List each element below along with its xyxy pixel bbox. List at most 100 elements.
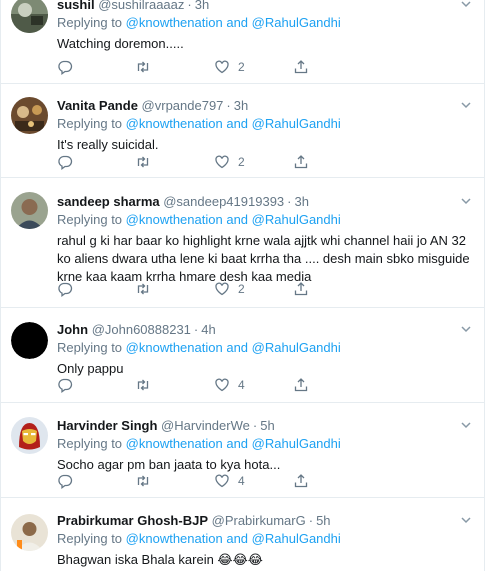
- mention-link[interactable]: @RahulGandhi: [252, 15, 341, 30]
- like-button[interactable]: 2: [214, 153, 245, 171]
- separator-dot: ·: [252, 418, 258, 433]
- chevron-down-icon[interactable]: [460, 0, 472, 10]
- avatar[interactable]: [11, 97, 48, 134]
- replying-to: Replying to @knowthenation and @RahulGan…: [57, 14, 472, 31]
- retweet-button[interactable]: [135, 153, 151, 171]
- timestamp[interactable]: 5h: [260, 418, 274, 433]
- like-count: 2: [238, 155, 245, 169]
- share-icon: [294, 378, 308, 392]
- replying-label: Replying to: [57, 15, 123, 30]
- mention-link[interactable]: @RahulGandhi: [252, 436, 341, 451]
- replying-to: Replying to @knowthenation and @RahulGan…: [57, 530, 472, 547]
- retweet-icon: [137, 156, 149, 168]
- like-button[interactable]: 2: [214, 58, 245, 76]
- mention-link[interactable]: @knowthenation: [126, 340, 223, 355]
- retweet-icon: [137, 283, 149, 295]
- share-button[interactable]: [293, 153, 309, 171]
- mention-and[interactable]: and: [226, 340, 248, 355]
- timestamp[interactable]: 5h: [316, 513, 330, 528]
- user-handle[interactable]: @vrpande797: [142, 98, 224, 113]
- mention-and[interactable]: and: [226, 116, 248, 131]
- mention-link[interactable]: @knowthenation: [126, 531, 223, 546]
- avatar[interactable]: [11, 322, 48, 359]
- tweet-actions: 2: [57, 280, 317, 298]
- reply-button[interactable]: [57, 153, 73, 171]
- reply-icon: [58, 378, 73, 393]
- user-handle[interactable]: @John60888231: [92, 322, 191, 337]
- retweet-button[interactable]: [135, 376, 151, 394]
- reply-icon: [58, 282, 73, 297]
- avatar[interactable]: [11, 417, 48, 454]
- mention-and[interactable]: and: [226, 436, 248, 451]
- like-button[interactable]: 2: [214, 280, 245, 298]
- mention-link[interactable]: @knowthenation: [126, 212, 223, 227]
- chevron-down-icon[interactable]: [460, 99, 472, 111]
- share-icon: [294, 155, 308, 169]
- reply-button[interactable]: [57, 58, 73, 76]
- user-handle[interactable]: @sandeep41919393: [163, 194, 284, 209]
- avatar[interactable]: [11, 192, 48, 229]
- tweet-actions: 2: [57, 153, 317, 171]
- like-button[interactable]: 4: [214, 472, 245, 490]
- display-name[interactable]: Prabirkumar Ghosh-BJP: [57, 513, 208, 528]
- share-button[interactable]: [293, 472, 309, 490]
- avatar[interactable]: [11, 0, 48, 33]
- share-icon: [294, 60, 308, 74]
- mention-link[interactable]: @RahulGandhi: [252, 212, 341, 227]
- heart-icon: [215, 282, 229, 296]
- replying-label: Replying to: [57, 212, 123, 227]
- chevron-down-icon[interactable]: [460, 514, 472, 526]
- mention-link[interactable]: @knowthenation: [126, 436, 223, 451]
- timestamp[interactable]: 4h: [201, 322, 215, 337]
- tweet-header: sushil @sushilraaaaz · 3h: [57, 0, 472, 13]
- heart-icon: [215, 474, 229, 488]
- heart-icon: [215, 60, 229, 74]
- display-name[interactable]: sandeep sharma: [57, 194, 160, 209]
- tweet-header: sandeep sharma @sandeep41919393 · 3h: [57, 193, 472, 210]
- tweet[interactable]: sandeep sharma @sandeep41919393 · 3h Reply…: [1, 178, 484, 308]
- mention-link[interactable]: @RahulGandhi: [252, 116, 341, 131]
- chevron-down-icon[interactable]: [460, 323, 472, 335]
- tweet[interactable]: Harvinder Singh @HarvinderWe · 5h Replying…: [1, 403, 484, 498]
- tweet[interactable]: Prabirkumar Ghosh-BJP @PrabirkumarG · 5h R…: [1, 498, 484, 571]
- replying-to: Replying to @knowthenation and @RahulGan…: [57, 211, 472, 228]
- mention-and[interactable]: and: [226, 212, 248, 227]
- like-button[interactable]: 4: [214, 376, 245, 394]
- timestamp[interactable]: 3h: [195, 0, 209, 12]
- mention-link[interactable]: @RahulGandhi: [252, 340, 341, 355]
- avatar[interactable]: [11, 514, 48, 551]
- retweet-button[interactable]: [135, 58, 151, 76]
- retweet-button[interactable]: [135, 280, 151, 298]
- mention-link[interactable]: @RahulGandhi: [252, 531, 341, 546]
- share-button[interactable]: [293, 58, 309, 76]
- share-button[interactable]: [293, 376, 309, 394]
- reply-icon: [58, 474, 73, 489]
- display-name[interactable]: Vanita Pande: [57, 98, 138, 113]
- user-handle[interactable]: @PrabirkumarG: [212, 513, 306, 528]
- user-handle[interactable]: @HarvinderWe: [161, 418, 250, 433]
- display-name[interactable]: Harvinder Singh: [57, 418, 157, 433]
- tweet-actions: 4: [57, 376, 317, 394]
- reply-button[interactable]: [57, 280, 73, 298]
- mention-and[interactable]: and: [226, 531, 248, 546]
- mention-link[interactable]: @knowthenation: [126, 116, 223, 131]
- timestamp[interactable]: 3h: [234, 98, 248, 113]
- share-button[interactable]: [293, 280, 309, 298]
- retweet-button[interactable]: [135, 472, 151, 490]
- chevron-down-icon[interactable]: [460, 195, 472, 207]
- mention-link[interactable]: @knowthenation: [126, 15, 223, 30]
- tweet-text: Watching doremon.....: [57, 36, 184, 51]
- reply-button[interactable]: [57, 376, 73, 394]
- chevron-down-icon[interactable]: [460, 419, 472, 431]
- tweet[interactable]: sushil @sushilraaaaz · 3h Replying to @kno…: [1, 0, 484, 84]
- tweet[interactable]: Vanita Pande @vrpande797 · 3h Replying to …: [1, 84, 484, 178]
- tweet[interactable]: John @John60888231 · 4h Replying to @knowt…: [1, 308, 484, 403]
- user-handle[interactable]: @sushilraaaaz: [98, 0, 184, 12]
- timestamp[interactable]: 3h: [295, 194, 309, 209]
- display-name[interactable]: John: [57, 322, 88, 337]
- reply-icon: [58, 60, 73, 75]
- display-name[interactable]: sushil: [57, 0, 95, 12]
- mention-and[interactable]: and: [226, 15, 248, 30]
- tweet-header: Prabirkumar Ghosh-BJP @PrabirkumarG · 5h: [57, 512, 472, 529]
- reply-button[interactable]: [57, 472, 73, 490]
